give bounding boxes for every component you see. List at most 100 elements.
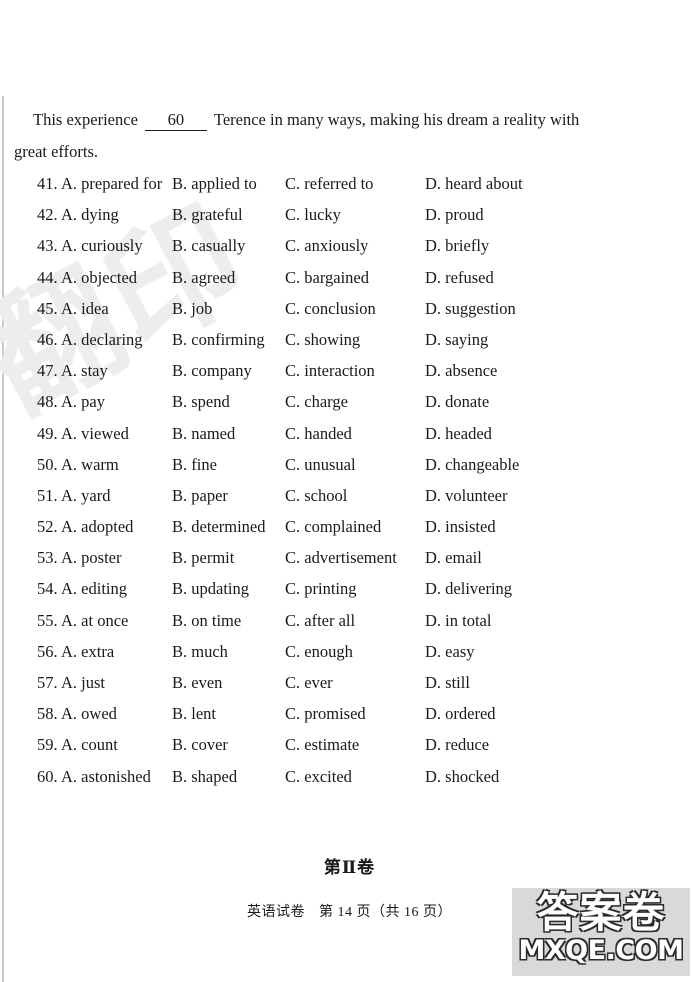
option-c[interactable]: C. interaction: [285, 355, 375, 386]
option-a[interactable]: A. extra: [61, 636, 114, 667]
option-a[interactable]: A. curiously: [61, 230, 143, 261]
option-c[interactable]: C. promised: [285, 698, 366, 729]
passage-line-1-after: Terence in many ways, making his dream a…: [213, 110, 580, 129]
question-number: 43.: [37, 236, 58, 256]
option-a[interactable]: A. declaring: [61, 324, 143, 355]
option-d[interactable]: D. changeable: [425, 449, 519, 480]
option-c[interactable]: C. after all: [285, 605, 355, 636]
option-a[interactable]: A. at once: [61, 605, 128, 636]
option-c[interactable]: C. handed: [285, 418, 352, 449]
option-b[interactable]: B. even: [172, 667, 222, 698]
option-a[interactable]: A. viewed: [61, 418, 129, 449]
option-c[interactable]: C. school: [285, 480, 347, 511]
option-a[interactable]: A. dying: [61, 199, 119, 230]
option-c[interactable]: C. unusual: [285, 449, 356, 480]
option-c[interactable]: C. complained: [285, 511, 381, 542]
option-a[interactable]: A. editing: [61, 573, 127, 604]
question-row: 42. A. dying B. grateful C. lucky D. proud: [0, 199, 699, 230]
option-a[interactable]: A. pay: [61, 386, 105, 417]
question-row: 49. A. viewed B. named C. handed D. headed: [0, 418, 699, 449]
option-c[interactable]: C. conclusion: [285, 293, 376, 324]
option-b[interactable]: B. paper: [172, 480, 228, 511]
option-b[interactable]: B. on time: [172, 605, 241, 636]
passage-line-1-before: This experience: [33, 110, 138, 129]
question-number: 51.: [37, 485, 58, 505]
option-b[interactable]: B. agreed: [172, 262, 235, 293]
option-b[interactable]: B. lent: [172, 698, 216, 729]
option-b[interactable]: B. named: [172, 418, 235, 449]
question-list: 41. A. prepared for B. applied to C. referr…: [0, 168, 699, 792]
option-c[interactable]: C. excited: [285, 761, 352, 792]
option-c[interactable]: C. referred to: [285, 168, 373, 199]
option-d[interactable]: D. still: [425, 667, 470, 698]
option-d[interactable]: D. delivering: [425, 573, 512, 604]
question-number: 42.: [37, 205, 58, 225]
question-number: 52.: [37, 517, 58, 537]
option-a[interactable]: A. poster: [61, 542, 122, 573]
option-c[interactable]: C. enough: [285, 636, 353, 667]
site-logo-domain-text: MXQE.COM: [518, 935, 684, 966]
question-number: 44.: [37, 267, 58, 287]
option-a[interactable]: A. adopted: [61, 511, 133, 542]
option-c[interactable]: C. lucky: [285, 199, 341, 230]
option-d[interactable]: D. proud: [425, 199, 484, 230]
option-d[interactable]: D. email: [425, 542, 482, 573]
option-b[interactable]: B. much: [172, 636, 228, 667]
option-d[interactable]: D. headed: [425, 418, 492, 449]
option-d[interactable]: D. reduce: [425, 729, 489, 760]
option-a[interactable]: A. objected: [61, 262, 137, 293]
option-c[interactable]: C. estimate: [285, 729, 359, 760]
option-c[interactable]: C. showing: [285, 324, 360, 355]
question-number: 60.: [37, 766, 58, 786]
option-c[interactable]: C. advertisement: [285, 542, 397, 573]
question-number: 56.: [37, 641, 58, 661]
option-a[interactable]: A. prepared for: [61, 168, 162, 199]
option-b[interactable]: B. company: [172, 355, 252, 386]
option-d[interactable]: D. briefly: [425, 230, 489, 261]
option-d[interactable]: D. donate: [425, 386, 489, 417]
option-b[interactable]: B. spend: [172, 386, 230, 417]
option-d[interactable]: D. refused: [425, 262, 494, 293]
option-c[interactable]: C. ever: [285, 667, 333, 698]
option-d[interactable]: D. easy: [425, 636, 474, 667]
blank-number-60: 60: [144, 110, 207, 131]
option-d[interactable]: D. in total: [425, 605, 491, 636]
option-d[interactable]: D. saying: [425, 324, 488, 355]
question-row: 56. A. extra B. much C. enough D. easy: [0, 636, 699, 667]
option-b[interactable]: B. shaped: [172, 761, 237, 792]
option-b[interactable]: B. grateful: [172, 199, 243, 230]
option-c[interactable]: C. anxiously: [285, 230, 368, 261]
option-a[interactable]: A. warm: [61, 449, 119, 480]
question-number: 53.: [37, 548, 58, 568]
option-b[interactable]: B. determined: [172, 511, 265, 542]
option-b[interactable]: B. job: [172, 293, 212, 324]
question-number: 41.: [37, 174, 58, 193]
option-d[interactable]: D. insisted: [425, 511, 496, 542]
option-d[interactable]: D. ordered: [425, 698, 496, 729]
option-b[interactable]: B. fine: [172, 449, 217, 480]
question-number: 45.: [37, 298, 58, 318]
option-a[interactable]: A. yard: [61, 480, 110, 511]
option-b[interactable]: B. updating: [172, 573, 249, 604]
option-d[interactable]: D. suggestion: [425, 293, 516, 324]
option-a[interactable]: A. stay: [61, 355, 108, 386]
passage-line-1: This experience 60 Terence in many ways, m…: [0, 104, 699, 136]
option-b[interactable]: B. confirming: [172, 324, 265, 355]
option-d[interactable]: D. absence: [425, 355, 497, 386]
option-c[interactable]: C. charge: [285, 386, 348, 417]
option-c[interactable]: C. printing: [285, 573, 357, 604]
option-c[interactable]: C. bargained: [285, 262, 369, 293]
option-b[interactable]: B. applied to: [172, 168, 257, 199]
option-a[interactable]: A. astonished: [61, 761, 151, 792]
question-number: 50.: [37, 454, 58, 474]
option-b[interactable]: B. cover: [172, 729, 228, 760]
option-d[interactable]: D. shocked: [425, 761, 499, 792]
option-b[interactable]: B. casually: [172, 230, 245, 261]
option-d[interactable]: D. heard about: [425, 168, 523, 199]
option-d[interactable]: D. volunteer: [425, 480, 507, 511]
option-a[interactable]: A. idea: [61, 293, 109, 324]
option-a[interactable]: A. count: [61, 729, 118, 760]
option-a[interactable]: A. owed: [61, 698, 117, 729]
option-a[interactable]: A. just: [61, 667, 105, 698]
option-b[interactable]: B. permit: [172, 542, 234, 573]
